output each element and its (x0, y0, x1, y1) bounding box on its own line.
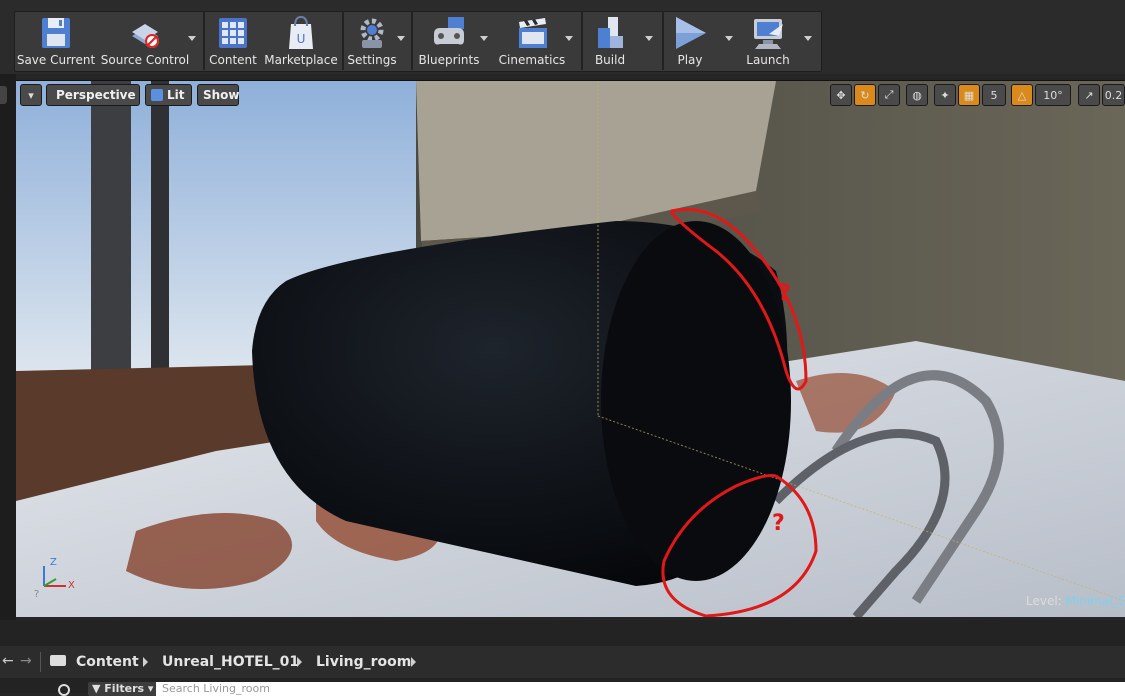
blueprints-dropdown-arrow[interactable] (480, 36, 488, 41)
breadcrumb-separator-arrow[interactable] (143, 657, 148, 667)
svg-text:U: U (297, 32, 306, 46)
scale-mode-icon[interactable]: ⤢ (878, 84, 900, 106)
toolbar-separator (662, 11, 664, 70)
search-input[interactable]: Search Living_room (156, 682, 1125, 696)
show-button[interactable]: Show (197, 84, 240, 106)
marketplace-button[interactable]: U Marketplace (264, 12, 338, 70)
search-placeholder: Search Living_room (162, 682, 270, 695)
grid-snap-value[interactable]: 5 (982, 84, 1006, 106)
viewport-options-button[interactable]: ▾ (20, 84, 42, 106)
folder-icon (50, 655, 66, 666)
level-label: Level: (1026, 594, 1062, 608)
rotation-snap-value[interactable]: 10° (1035, 84, 1071, 106)
play-label: Play (677, 53, 703, 67)
source-control-icon (132, 24, 159, 48)
left-panel-tab[interactable] (0, 86, 7, 104)
save-current-label: Save Current (16, 53, 96, 67)
annotation-question-mark: ? (772, 511, 785, 536)
viewport-scene (16, 81, 1125, 617)
launch-button[interactable]: Launch (742, 12, 794, 70)
build-blocks-icon (598, 17, 623, 48)
breadcrumb-separator-arrow[interactable] (297, 657, 302, 667)
back-arrow-icon[interactable]: ← (2, 653, 14, 669)
source-control-label: Source Control (100, 53, 190, 67)
launch-dropdown-arrow[interactable] (804, 36, 812, 41)
source-control-dropdown-arrow[interactable] (188, 36, 196, 41)
build-dropdown-arrow[interactable] (645, 36, 653, 41)
floppy-disk-icon (42, 18, 70, 48)
rotation-snap-icon[interactable]: △ (1011, 84, 1033, 106)
gamepad-icon (434, 17, 464, 45)
toolbar-separator (581, 11, 583, 70)
save-current-button[interactable]: Save Current (16, 12, 96, 70)
annotation-question-mark: ? (778, 281, 791, 306)
cinematics-button[interactable]: Cinematics (498, 12, 566, 70)
level-name: Minimal_De (1065, 594, 1125, 608)
axis-z-label: Z (50, 557, 57, 568)
play-dropdown-arrow[interactable] (725, 36, 733, 41)
marketplace-bag-icon: U (289, 15, 313, 49)
perspective-icon (49, 91, 55, 99)
blueprints-label: Blueprints (418, 53, 480, 67)
content-button[interactable]: Content (207, 12, 259, 70)
lit-button[interactable]: Lit (145, 84, 192, 106)
play-button[interactable]: Play (668, 12, 712, 70)
breadcrumb-unreal-hotel[interactable]: Unreal_HOTEL_01 (162, 654, 299, 670)
settings-button[interactable]: Settings (346, 12, 398, 70)
lit-label: Lit (167, 88, 185, 102)
cinematics-dropdown-arrow[interactable] (565, 36, 573, 41)
content-grid-icon (219, 18, 247, 48)
level-viewport[interactable]: ? ? Z X ? (16, 80, 1125, 617)
scale-snap-icon[interactable]: ↗ (1078, 84, 1100, 106)
search-icon (58, 684, 70, 696)
settings-label: Settings (347, 53, 397, 67)
breadcrumb-living-room[interactable]: Living_room (316, 654, 411, 670)
path-bar-divider (40, 652, 41, 672)
clapperboard-icon (519, 18, 547, 48)
filters-button[interactable]: ▼ Filters ▾ (88, 682, 158, 696)
surface-snap-icon[interactable]: ✦ (934, 84, 956, 106)
translate-mode-icon[interactable]: ✥ (830, 84, 852, 106)
settings-dropdown-arrow[interactable] (397, 36, 405, 41)
forward-arrow-icon[interactable]: → (20, 653, 32, 669)
scale-snap-value[interactable]: 0.2 (1102, 84, 1125, 106)
play-icon (676, 17, 706, 49)
chevron-down-icon: ▾ (28, 88, 34, 102)
toolbar-separator (342, 11, 344, 70)
filters-label: Filters (104, 682, 145, 695)
left-panel-edge (0, 74, 16, 620)
level-indicator: Level: Minimal_De (1026, 594, 1125, 608)
breadcrumb-separator-arrow[interactable] (411, 657, 416, 667)
blueprints-button[interactable]: Blueprints (416, 12, 482, 70)
world-local-icon[interactable]: ◍ (906, 84, 928, 106)
perspective-button[interactable]: Perspective (46, 84, 140, 106)
grid-snap-icon[interactable]: ▦ (958, 84, 980, 106)
toolbar-separator (203, 11, 205, 70)
launch-label: Launch (746, 53, 790, 67)
show-label: Show (203, 88, 240, 102)
main-toolbar: Save Current Source Control Content U Ma… (0, 0, 1125, 74)
perspective-label: Perspective (56, 88, 136, 102)
lit-cube-icon (151, 89, 163, 101)
build-button[interactable]: Build (586, 12, 634, 70)
toolbar-separator (411, 11, 413, 70)
source-control-button[interactable]: Source Control (100, 12, 190, 70)
axis-x-label: X (68, 580, 75, 591)
content-label: Content (209, 53, 257, 67)
breadcrumb-content[interactable]: Content (76, 654, 139, 670)
marketplace-label: Marketplace (264, 53, 338, 67)
launch-monitor-icon (754, 19, 783, 49)
cinematics-label: Cinematics (498, 53, 566, 67)
help-icon[interactable]: ? (34, 589, 39, 600)
build-label: Build (594, 53, 626, 67)
rotate-mode-icon[interactable]: ↻ (854, 84, 876, 106)
gear-icon (360, 18, 384, 48)
